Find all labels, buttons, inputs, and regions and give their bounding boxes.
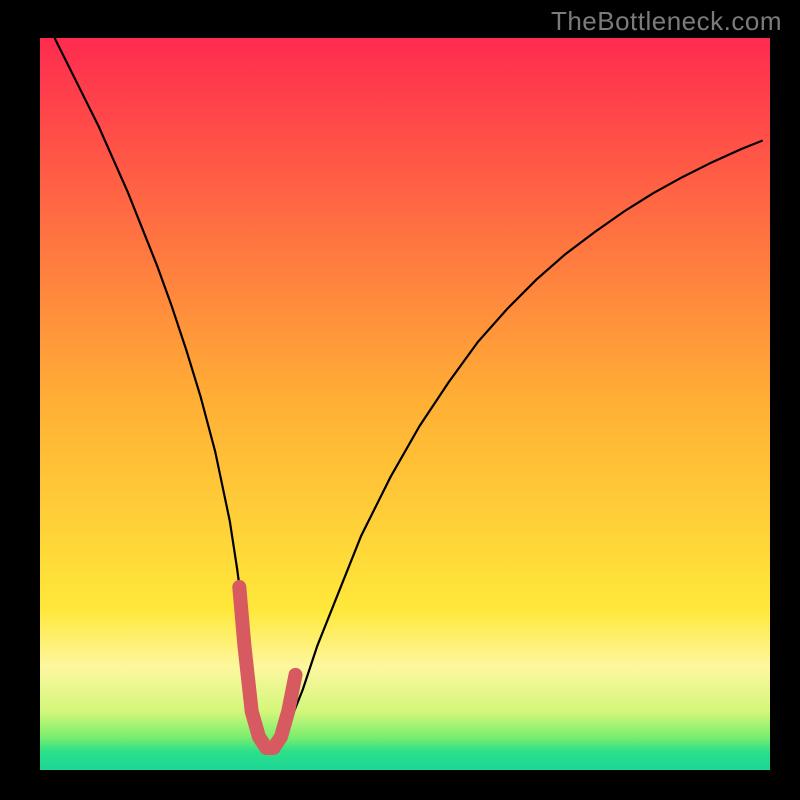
chart-background — [40, 38, 770, 770]
watermark-text: TheBottleneck.com — [551, 6, 782, 37]
bottleneck-chart — [0, 0, 800, 800]
outer-frame: TheBottleneck.com — [0, 0, 800, 800]
